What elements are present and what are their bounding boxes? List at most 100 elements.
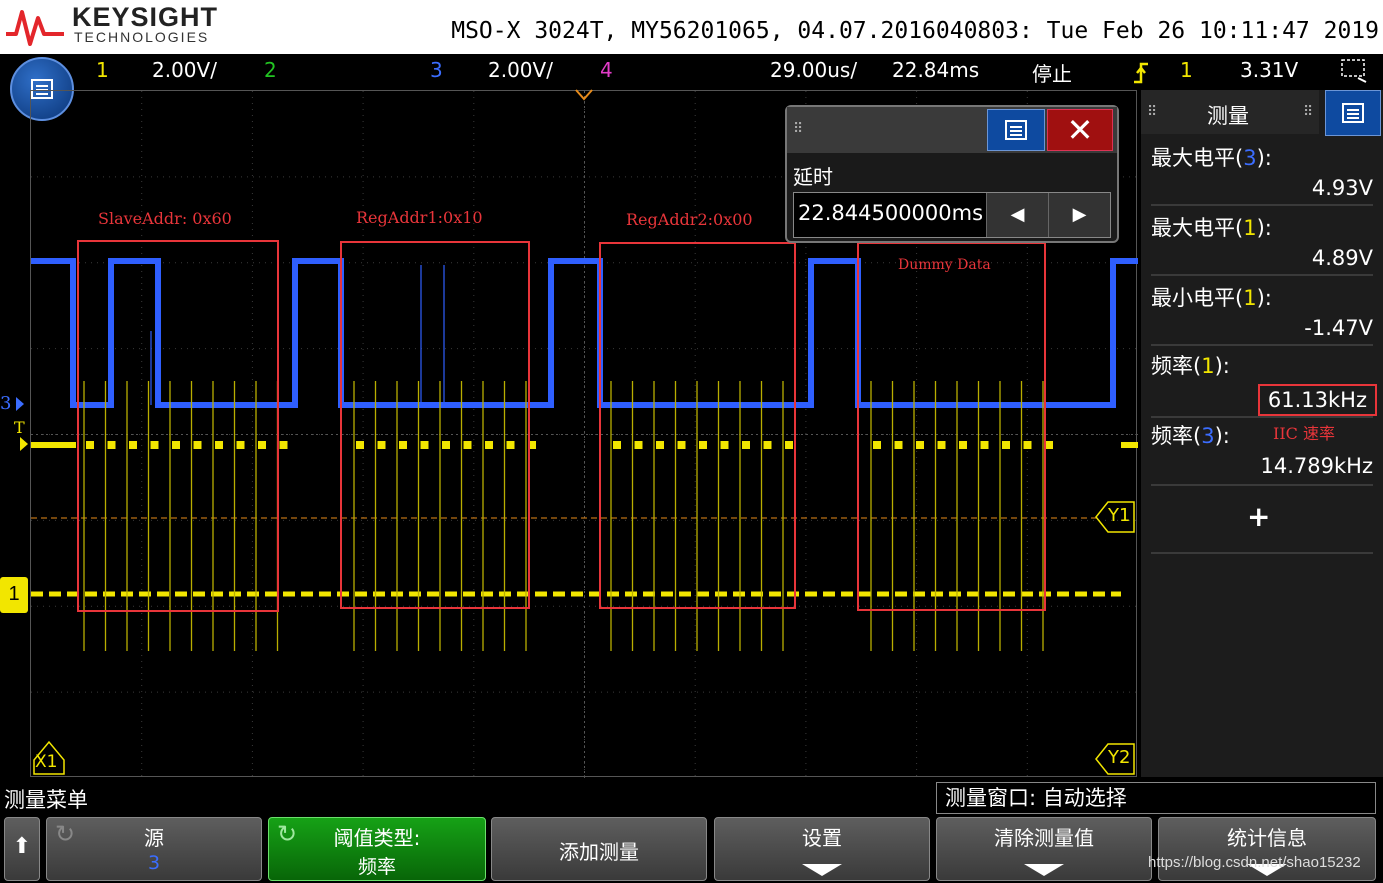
decrement-button[interactable]: ◀ [986, 193, 1048, 237]
annotation-overlays: SlaveAddr: 0x60 RegAddr1:0x10 RegAddr2:0… [77, 208, 1046, 612]
ch1-high-pulse [959, 441, 967, 449]
ch1-high-pulse [763, 441, 772, 449]
delay-input[interactable]: 22.844500000ms ◀ ▶ [793, 192, 1111, 238]
drag-handle-icon[interactable]: ⠿ [1303, 104, 1313, 120]
ch1-high-pulse [1023, 441, 1032, 449]
channel-markers: 3 T [0, 393, 28, 451]
ch1-high-pulse [1045, 441, 1053, 449]
ch3-scale[interactable]: 2.00V/ [488, 58, 553, 82]
ch1-high-pulse [699, 441, 707, 449]
ch1-high-pulse [377, 441, 386, 449]
measure-menu-button[interactable] [1325, 90, 1381, 136]
ch1-high-pulse [937, 441, 946, 449]
ch1-scale[interactable]: 2.00V/ [152, 58, 217, 82]
keysight-logo-icon [6, 10, 64, 46]
statistics-softkey[interactable]: 统计信息 [1158, 817, 1376, 881]
ch3-number[interactable]: 3 [430, 58, 443, 82]
ch1-high-pulse [613, 441, 621, 449]
ch1-high-pulse [720, 441, 729, 449]
ch1-high-pulse [215, 441, 223, 449]
trigger-level[interactable]: 3.31V [1240, 58, 1298, 82]
add-measurement-softkey[interactable]: 添加测量 [491, 817, 707, 881]
annotation-dummy-data: Dummy Data [898, 257, 991, 273]
annotation-box-reg1 [340, 241, 530, 609]
title-bar: KEYSIGHT TECHNOLOGIES MSO-X 3024T, MY562… [0, 0, 1383, 54]
ch1-high-pulse [172, 441, 180, 449]
ch1-high-pulse [107, 441, 116, 449]
chevron-down-icon [1024, 864, 1064, 876]
annotation-iic-rate: IIC 速率 [1273, 424, 1335, 443]
ch1-high-pulse [86, 441, 94, 449]
ch1-high-pulse [677, 441, 686, 449]
cursor-y2-marker[interactable]: Y2 [1094, 742, 1136, 776]
chevron-right-icon: ▶ [1072, 204, 1087, 225]
menu-icon [1342, 103, 1364, 123]
trigger-level-marker[interactable]: T [14, 418, 25, 437]
delay-popup-menu-button[interactable] [987, 109, 1045, 151]
cursor-x1-marker[interactable]: X1 [32, 740, 66, 776]
ch1-high-pulse [279, 441, 288, 449]
chevron-down-icon [802, 864, 842, 876]
run-state: 停止 [1032, 62, 1072, 86]
increment-button[interactable]: ▶ [1048, 193, 1110, 237]
ch1-ground-marker[interactable]: 1 [0, 577, 28, 613]
add-measure-icon[interactable]: + [1247, 500, 1270, 533]
annotation-reg-addr2: RegAddr2:0x00 [626, 210, 753, 229]
measure-value: 14.789kHz [1260, 454, 1373, 478]
ch3-ground-marker[interactable]: 3 [0, 393, 11, 414]
annotation-box-dummy [857, 242, 1046, 611]
ch1-high-pulse [506, 441, 515, 449]
device-info: MSO-X 3024T, MY56201065, 04.07.201604080… [451, 18, 1379, 44]
ch1-high-pulse [1002, 441, 1010, 449]
ch1-high-pulse [399, 441, 407, 449]
drag-handle-icon[interactable]: ⠿ [793, 121, 803, 137]
settings-softkey[interactable]: 设置 [714, 817, 930, 881]
threshold-type-softkey[interactable]: ↻ 阈值类型: 频率 [268, 817, 486, 881]
delay-popup: ⠿ ✕ 延时 22.844500000ms ◀ ▶ [785, 105, 1119, 243]
back-button[interactable]: ⬆ [4, 817, 40, 881]
cursor-y1-marker[interactable]: Y1 [1094, 500, 1136, 534]
ch1-high-pulse [785, 441, 793, 449]
ch1-high-pulse [894, 441, 903, 449]
ch1-high-pulse [258, 441, 266, 449]
delay-value: 22.844500000ms [798, 201, 984, 225]
measure-panel-title: 测量 [1207, 104, 1249, 128]
annotation-reg-addr1: RegAddr1:0x10 [356, 208, 483, 227]
drag-handle-icon[interactable]: ⠿ [1147, 104, 1157, 120]
ch1-high-pulse [873, 441, 881, 449]
delay-label: 延时 [793, 165, 833, 189]
ch1-high-pulse [420, 441, 429, 449]
ch1-high-pulse [980, 441, 989, 449]
measure-value: -1.47V [1304, 316, 1373, 340]
menu-icon [1005, 120, 1027, 140]
ch1-number[interactable]: 1 [96, 58, 109, 82]
ch1-high-pulse [442, 441, 450, 449]
ch4-number[interactable]: 4 [600, 58, 613, 82]
trigger-position-icon[interactable] [574, 88, 594, 102]
measure-value: 4.89V [1311, 246, 1373, 270]
ch1-high-pulse [742, 441, 750, 449]
menu-title: 测量菜单 [4, 788, 88, 812]
close-button[interactable]: ✕ [1047, 109, 1113, 151]
arrow-up-icon: ⬆ [12, 834, 32, 859]
ch1-high-pulse [656, 441, 664, 449]
measure-value: 4.93V [1311, 176, 1373, 200]
timebase[interactable]: 29.00us/ [770, 58, 857, 82]
zoom-icon[interactable] [1340, 58, 1370, 84]
trigger-source[interactable]: 1 [1180, 58, 1193, 82]
ch1-high-pulse [634, 441, 643, 449]
delay-popup-header[interactable]: ⠿ ✕ [787, 107, 1117, 153]
clear-measurements-softkey[interactable]: 清除测量值 [936, 817, 1152, 881]
measure-list: 最大电平(3): 4.93V 最大电平(1): 4.89V 最小电平(1): -… [1141, 134, 1383, 774]
source-softkey[interactable]: ↻ 源 3 [46, 817, 262, 881]
ch1-high-pulse [236, 441, 245, 449]
ch1-high-pulse [916, 441, 924, 449]
annotation-slave-addr: SlaveAddr: 0x60 [98, 209, 232, 228]
close-icon: ✕ [1066, 111, 1094, 149]
time-delay[interactable]: 22.84ms [892, 58, 979, 82]
ch2-number[interactable]: 2 [264, 58, 277, 82]
ch1-high-pulse [150, 441, 159, 449]
brand-subtitle: TECHNOLOGIES [74, 29, 210, 45]
trigger-edge-icon [1134, 62, 1148, 84]
measure-panel-header[interactable]: ⠿ 测量 ⠿ [1141, 90, 1319, 134]
